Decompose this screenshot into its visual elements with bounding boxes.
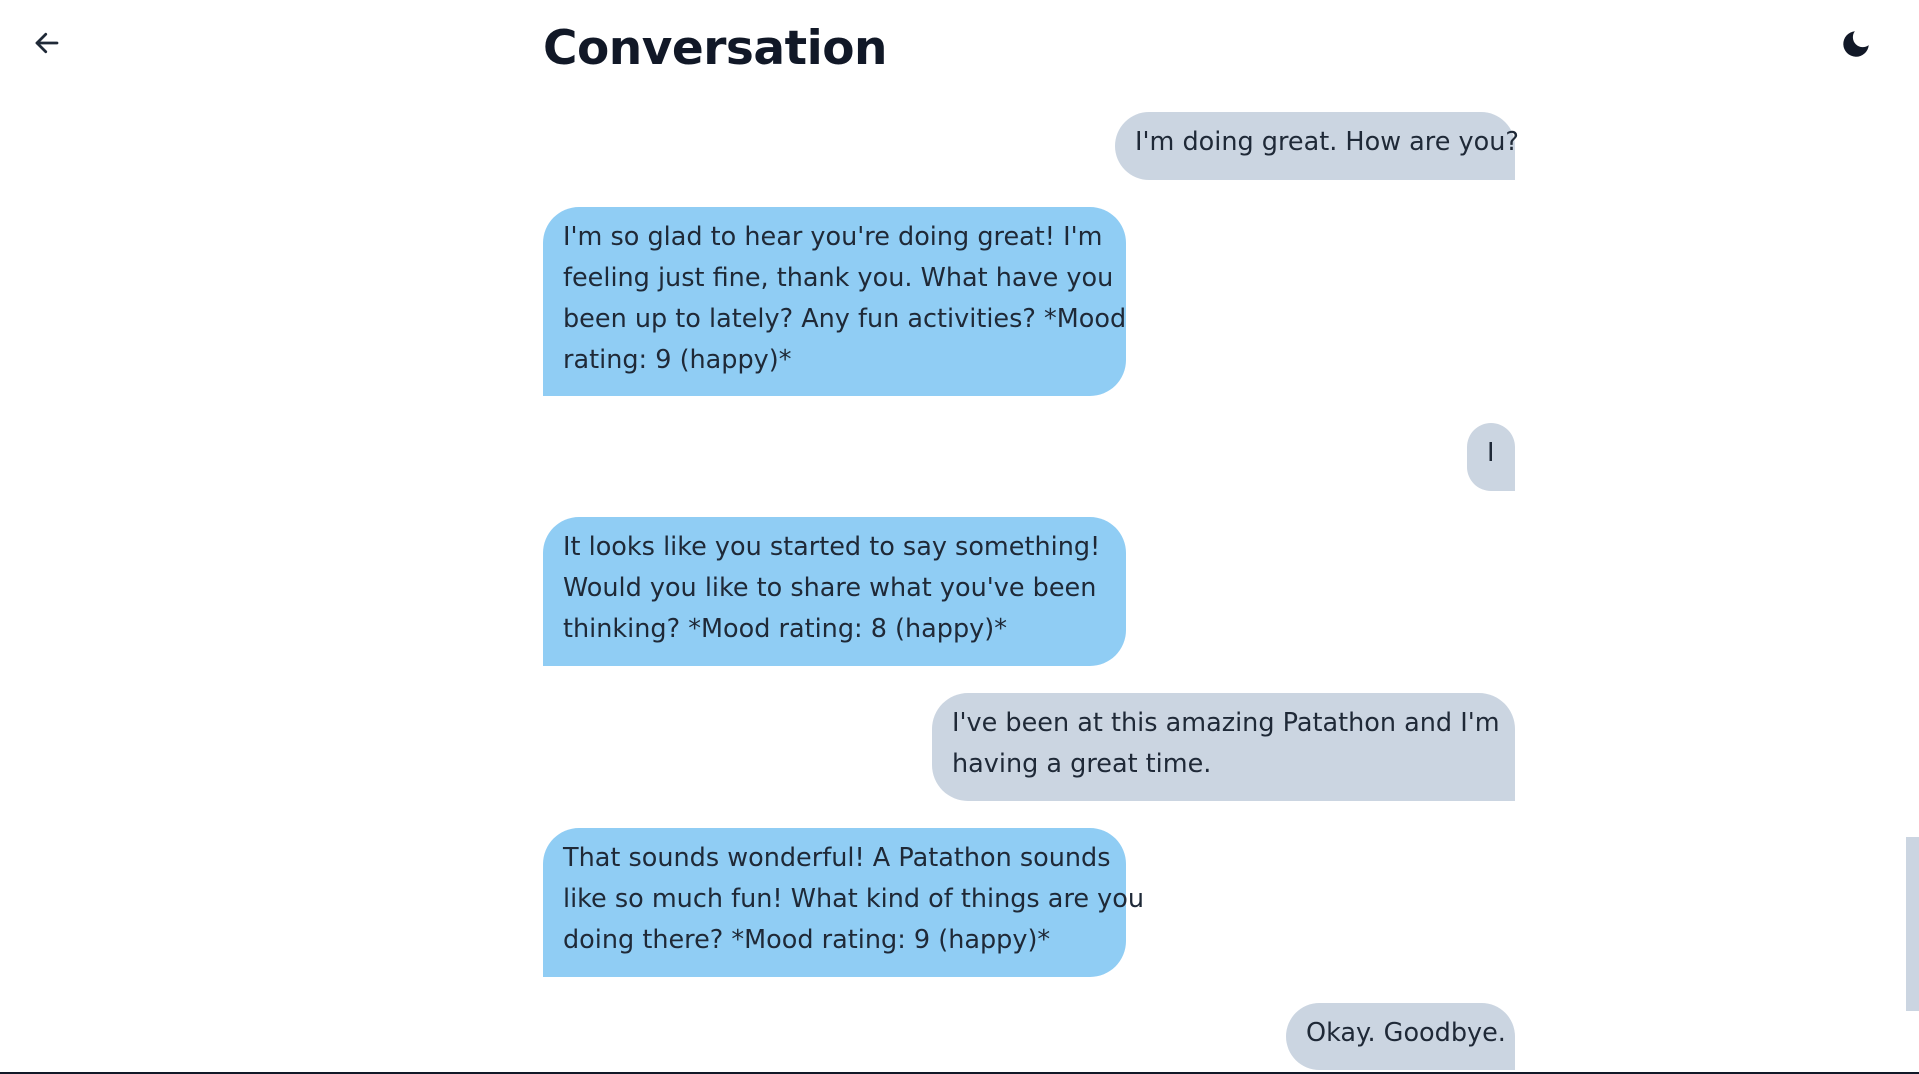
message-text: been up to lately? Any fun activities? *… — [563, 304, 1127, 334]
message-bubble-user: I've been at this amazing Patathon and I… — [932, 693, 1515, 801]
message-text: That sounds wonderful! A Patathon sounds — [563, 843, 1111, 873]
page-title: Conversation — [543, 21, 887, 76]
message-bubble-assistant: I'm so glad to hear you're doing great! … — [543, 207, 1126, 396]
theme-toggle-button[interactable] — [1836, 24, 1876, 64]
message-text: I — [1487, 438, 1495, 468]
back-button[interactable] — [28, 26, 66, 60]
message-bubble-user: I'm doing great. How are you? — [1115, 112, 1519, 180]
conversation-page: Conversation I'm doing great. How are yo… — [0, 0, 1919, 1074]
message-bubble-user: Okay. Goodbye. — [1286, 1003, 1515, 1070]
message-text: having a great time. — [952, 749, 1212, 779]
message-text: Would you like to share what you've been — [563, 573, 1097, 603]
message-text: thinking? *Mood rating: 8 (happy)* — [563, 614, 1007, 644]
moon-icon — [1843, 31, 1869, 57]
message-text: doing there? *Mood rating: 9 (happy)* — [563, 925, 1051, 955]
message-bubble-assistant: That sounds wonderful! A Patathon sounds… — [543, 828, 1145, 977]
scrollbar-thumb[interactable] — [1906, 837, 1919, 1011]
message-bubble-assistant: It looks like you started to say somethi… — [543, 517, 1126, 666]
message-text: like so much fun! What kind of things ar… — [563, 884, 1145, 914]
message-text: I'm so glad to hear you're doing great! … — [563, 222, 1103, 252]
message-bubble-user: I — [1467, 423, 1515, 491]
message-text: feeling just fine, thank you. What have … — [563, 263, 1114, 293]
arrow-left-icon — [35, 32, 59, 54]
message-text: I'm doing great. How are you? — [1135, 127, 1519, 157]
message-text: It looks like you started to say somethi… — [563, 532, 1101, 562]
message-text: rating: 9 (happy)* — [563, 345, 792, 375]
message-text: I've been at this amazing Patathon and I… — [952, 708, 1500, 738]
message-text: Okay. Goodbye. — [1306, 1018, 1506, 1048]
